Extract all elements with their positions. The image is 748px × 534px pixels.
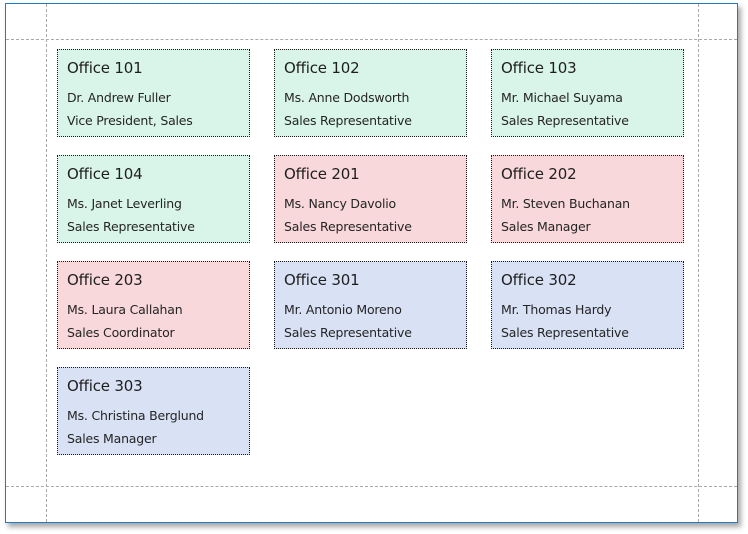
- bottom-margin-guide: [6, 486, 737, 487]
- employee-title: Sales Representative: [501, 113, 629, 128]
- top-margin-guide: [6, 39, 737, 40]
- employee-title: Sales Representative: [284, 325, 412, 340]
- office-number: Office 303: [67, 377, 143, 395]
- office-card[interactable]: Office 103 Mr. Michael Suyama Sales Repr…: [491, 49, 684, 137]
- employee-title: Vice President, Sales: [67, 113, 193, 128]
- office-card[interactable]: Office 302 Mr. Thomas Hardy Sales Repres…: [491, 261, 684, 349]
- office-number: Office 104: [67, 165, 143, 183]
- office-card[interactable]: Office 104 Ms. Janet Leverling Sales Rep…: [57, 155, 250, 243]
- employee-name: Mr. Thomas Hardy: [501, 302, 612, 317]
- employee-title: Sales Coordinator: [67, 325, 175, 340]
- employee-name: Mr. Steven Buchanan: [501, 196, 630, 211]
- office-card[interactable]: Office 301 Mr. Antonio Moreno Sales Repr…: [274, 261, 467, 349]
- office-number: Office 202: [501, 165, 577, 183]
- office-card[interactable]: Office 201 Ms. Nancy Davolio Sales Repre…: [274, 155, 467, 243]
- office-number: Office 203: [67, 271, 143, 289]
- employee-title: Sales Representative: [284, 219, 412, 234]
- office-number: Office 102: [284, 59, 360, 77]
- employee-title: Sales Manager: [67, 431, 157, 446]
- employee-name: Ms. Laura Callahan: [67, 302, 183, 317]
- office-card[interactable]: Office 303 Ms. Christina Berglund Sales …: [57, 367, 250, 455]
- office-number: Office 201: [284, 165, 360, 183]
- office-number: Office 302: [501, 271, 577, 289]
- report-page: Office 101 Dr. Andrew Fuller Vice Presid…: [5, 3, 738, 523]
- employee-name: Ms. Janet Leverling: [67, 196, 182, 211]
- office-number: Office 103: [501, 59, 577, 77]
- office-card[interactable]: Office 101 Dr. Andrew Fuller Vice Presid…: [57, 49, 250, 137]
- employee-name: Ms. Anne Dodsworth: [284, 90, 410, 105]
- right-margin-guide: [698, 4, 699, 522]
- office-number: Office 101: [67, 59, 143, 77]
- employee-name: Ms. Nancy Davolio: [284, 196, 396, 211]
- office-card[interactable]: Office 203 Ms. Laura Callahan Sales Coor…: [57, 261, 250, 349]
- employee-name: Ms. Christina Berglund: [67, 408, 204, 423]
- left-margin-guide: [46, 4, 47, 522]
- employee-name: Dr. Andrew Fuller: [67, 90, 171, 105]
- employee-name: Mr. Michael Suyama: [501, 90, 623, 105]
- employee-title: Sales Manager: [501, 219, 591, 234]
- office-number: Office 301: [284, 271, 360, 289]
- employee-title: Sales Representative: [67, 219, 195, 234]
- employee-name: Mr. Antonio Moreno: [284, 302, 402, 317]
- office-card[interactable]: Office 202 Mr. Steven Buchanan Sales Man…: [491, 155, 684, 243]
- office-card[interactable]: Office 102 Ms. Anne Dodsworth Sales Repr…: [274, 49, 467, 137]
- employee-title: Sales Representative: [501, 325, 629, 340]
- employee-title: Sales Representative: [284, 113, 412, 128]
